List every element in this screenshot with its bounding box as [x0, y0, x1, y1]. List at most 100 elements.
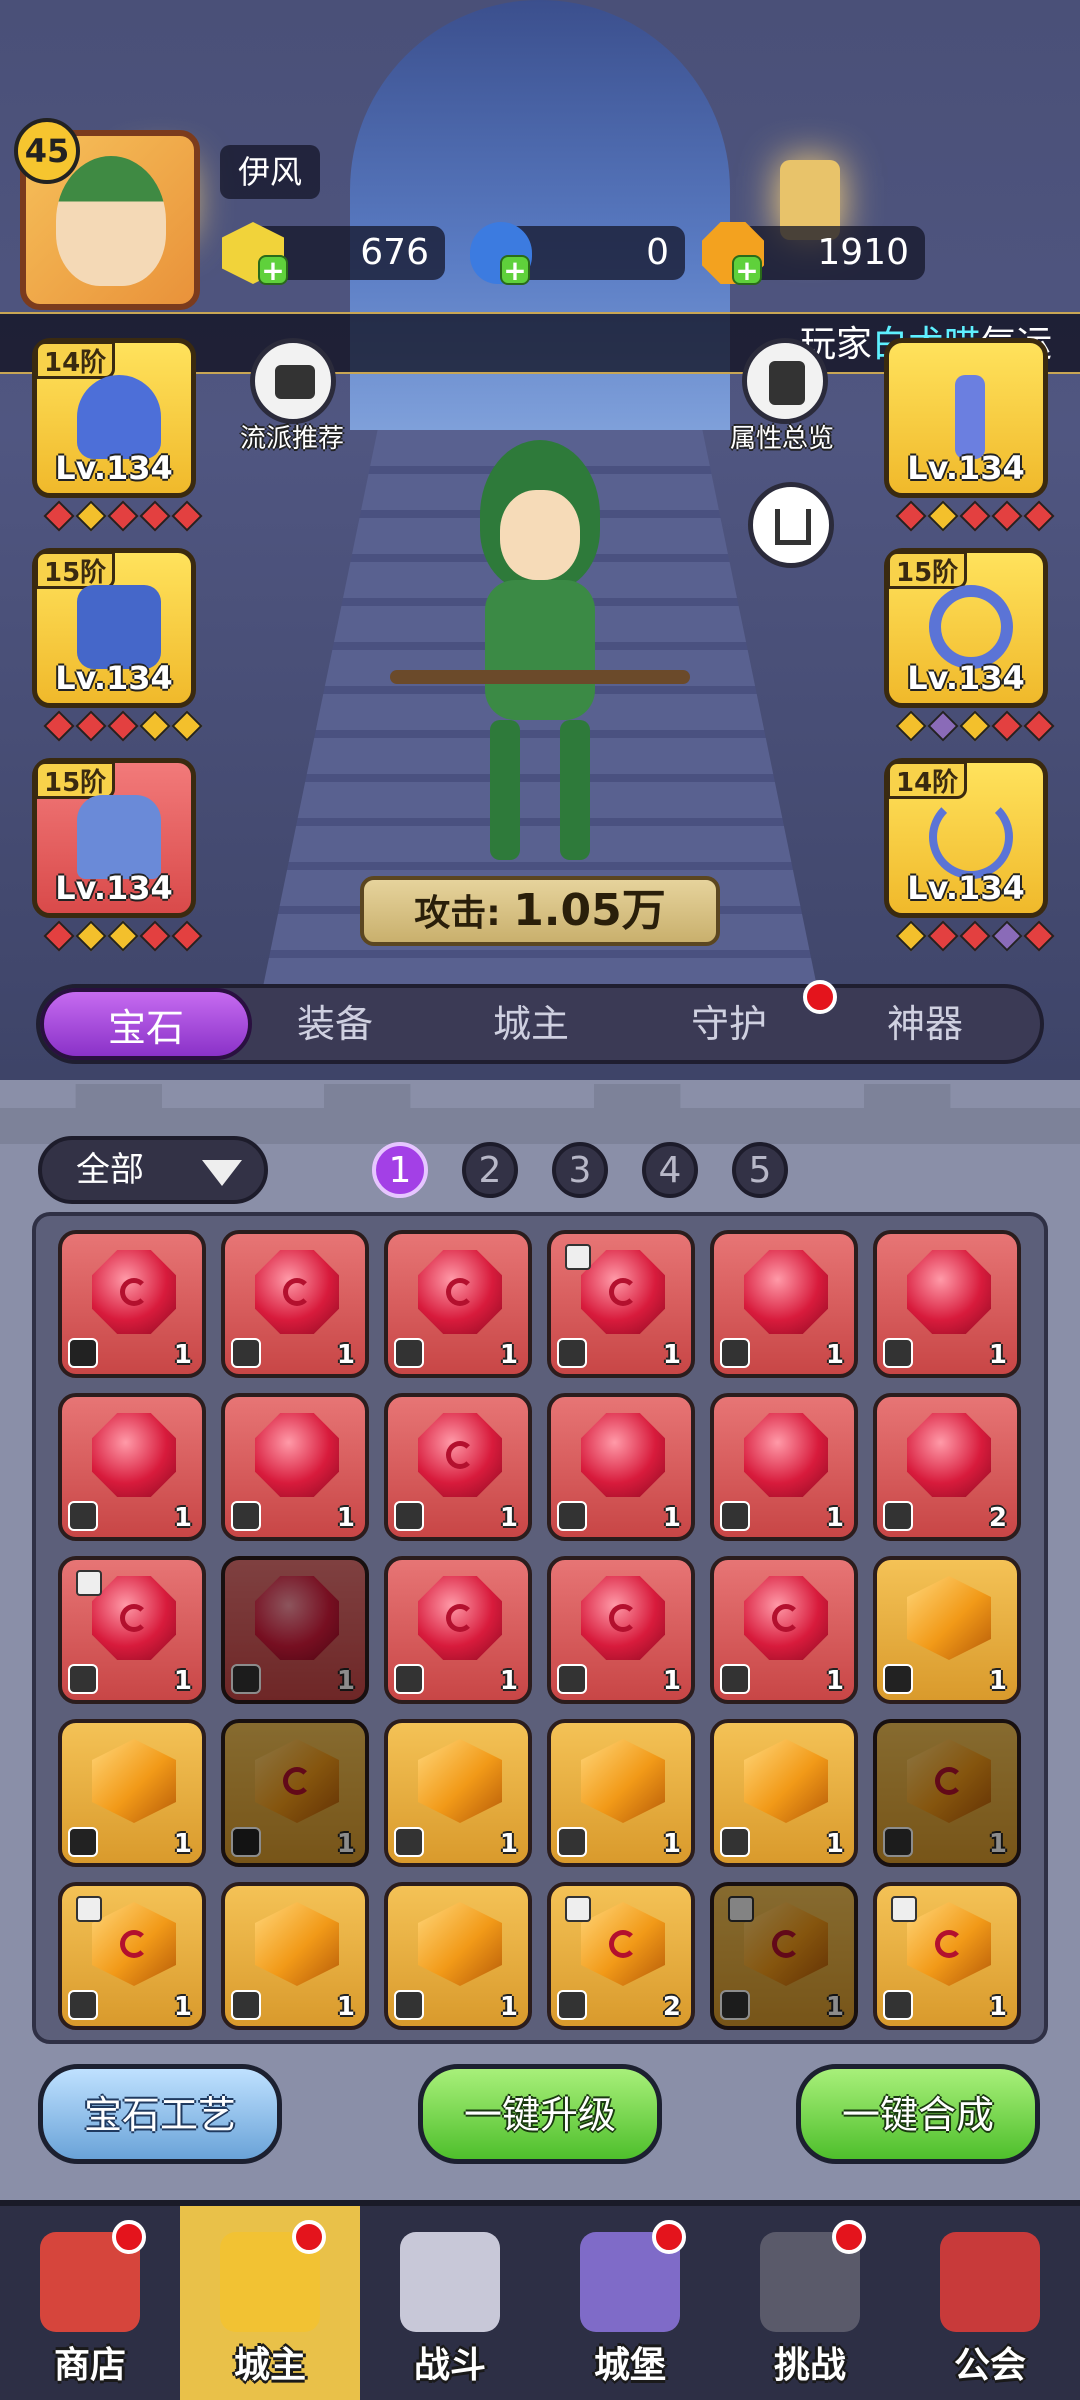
page-4[interactable]: 4 — [642, 1142, 698, 1198]
merge-all-button[interactable]: 一键合成 — [796, 2064, 1040, 2164]
gem-slot[interactable]: 1 — [58, 1556, 206, 1704]
socket-yellow — [75, 920, 107, 952]
page-1[interactable]: 1 — [372, 1142, 428, 1198]
gem-slot[interactable]: 1 — [873, 1719, 1021, 1867]
attributes-overview-button[interactable] — [742, 338, 828, 424]
gem-slot[interactable]: 1 — [58, 1719, 206, 1867]
red-gem-icon — [581, 1413, 665, 1497]
gem-slot[interactable]: 1 — [873, 1882, 1021, 2030]
player-level-badge: 45 — [14, 118, 80, 184]
axe-icon — [68, 1990, 98, 2020]
gem-slot[interactable]: 2 — [873, 1393, 1021, 1541]
filter-dropdown[interactable]: 全部 — [38, 1136, 268, 1204]
shirt-icon — [394, 1338, 424, 1368]
gem-slot[interactable]: 1 — [221, 1230, 369, 1378]
upgrade-all-button[interactable]: 一键升级 — [418, 2064, 662, 2164]
tab-lord[interactable]: 城主 — [436, 988, 626, 1060]
gem-slot[interactable]: 1 — [547, 1556, 695, 1704]
gem-count: 1 — [662, 1829, 681, 1859]
swirl-icon — [772, 1930, 800, 1958]
gem-slot[interactable]: 1 — [710, 1230, 858, 1378]
bow-icon — [390, 670, 690, 684]
gem-slot[interactable]: 1 — [384, 1393, 532, 1541]
gem-slot[interactable]: 1 — [547, 1719, 695, 1867]
socket-row — [895, 920, 1055, 952]
attributes-overview-label: 属性总览 — [730, 424, 835, 454]
add-gold-button[interactable]: + — [732, 255, 762, 285]
equip-slot-ring[interactable]: 15阶 Lv.134 — [884, 548, 1048, 708]
equip-level: Lv.134 — [907, 869, 1025, 907]
gem-slot[interactable]: 1 — [710, 1393, 858, 1541]
socket-yellow — [171, 710, 203, 742]
nav-item-crown[interactable]: 城主 — [180, 2206, 360, 2400]
tab-artifact[interactable]: 神器 — [830, 988, 1020, 1060]
equip-level: Lv.134 — [907, 659, 1025, 697]
gem-slot[interactable]: 1 — [547, 1393, 695, 1541]
page-5[interactable]: 5 — [732, 1142, 788, 1198]
gem-slot[interactable]: 1 — [873, 1556, 1021, 1704]
chevron-down-icon — [202, 1160, 242, 1186]
gem-count: 1 — [336, 1829, 355, 1859]
gem-slot[interactable]: 1 — [221, 1393, 369, 1541]
swirl-icon — [446, 1441, 474, 1469]
page-3[interactable]: 3 — [552, 1142, 608, 1198]
gem-count: 1 — [988, 1666, 1007, 1696]
gem-slot[interactable]: 1 — [58, 1230, 206, 1378]
nav-item-monster[interactable]: 挑战 — [720, 2206, 900, 2400]
swords-icon — [400, 2232, 500, 2332]
download-icon — [775, 509, 811, 545]
gem-slot[interactable]: 1 — [710, 1556, 858, 1704]
gem-slot[interactable]: 1 — [384, 1719, 532, 1867]
build-recommend-button[interactable] — [250, 338, 336, 424]
gem-slot[interactable]: 1 — [221, 1556, 369, 1704]
boot-icon — [720, 1338, 750, 1368]
nav-item-castle[interactable]: 城堡 — [540, 2206, 720, 2400]
gem-slot[interactable]: 1 — [221, 1882, 369, 2030]
gem-slot[interactable]: 1 — [384, 1882, 532, 2030]
gem-slot[interactable]: 1 — [547, 1230, 695, 1378]
add-potion-button[interactable]: + — [500, 255, 530, 285]
orange-gem-icon — [92, 1739, 176, 1823]
gem-slot[interactable]: 2 — [547, 1882, 695, 2030]
nav-label: 战斗 — [413, 2345, 486, 2386]
tab-equipment[interactable]: 装备 — [240, 988, 430, 1060]
tab-gems[interactable]: 宝石 — [40, 988, 252, 1060]
notification-dot — [292, 2220, 326, 2254]
tab-guardian[interactable]: 守护 — [634, 988, 824, 1060]
equip-slot-hat[interactable]: 14阶 Lv.134 — [32, 338, 196, 498]
socket-red — [171, 500, 203, 532]
necklace-icon — [231, 1664, 261, 1694]
gem-craft-button[interactable]: 宝石工艺 — [38, 2064, 282, 2164]
gem-slot[interactable]: 1 — [384, 1556, 532, 1704]
gem-slot[interactable]: 1 — [710, 1882, 858, 2030]
add-gem-button[interactable]: + — [258, 255, 288, 285]
nav-item-guild-banner[interactable]: 公会 — [900, 2206, 1080, 2400]
gem-slot[interactable]: 1 — [384, 1230, 532, 1378]
page-2[interactable]: 2 — [462, 1142, 518, 1198]
gem-slot[interactable]: 1 — [710, 1719, 858, 1867]
download-button[interactable] — [748, 482, 834, 568]
necklace-icon — [720, 1664, 750, 1694]
notification-dot — [652, 2220, 686, 2254]
crown-icon — [883, 1664, 913, 1694]
shirt-icon — [720, 1827, 750, 1857]
nav-item-shop[interactable]: 商店 — [0, 2206, 180, 2400]
axe-icon — [394, 1990, 424, 2020]
socket-yellow — [927, 500, 959, 532]
equip-slot-staff[interactable]: Lv.134 — [884, 338, 1048, 498]
axe-icon — [231, 1990, 261, 2020]
gem-count: 1 — [173, 1503, 192, 1533]
equip-slot-necklace[interactable]: 14阶 Lv.134 — [884, 758, 1048, 918]
socket-red — [959, 500, 991, 532]
axe-icon — [394, 1501, 424, 1531]
socket-red — [959, 920, 991, 952]
gem-slot[interactable]: 1 — [873, 1230, 1021, 1378]
nav-item-swords[interactable]: 战斗 — [360, 2206, 540, 2400]
equip-slot-armor[interactable]: 15阶 Lv.134 — [32, 548, 196, 708]
hero-character[interactable] — [390, 440, 690, 860]
equip-slot-boots[interactable]: 15阶 Lv.134 — [32, 758, 196, 918]
nav-label: 城主 — [233, 2345, 306, 2386]
gem-slot[interactable]: 1 — [58, 1882, 206, 2030]
gem-slot[interactable]: 1 — [58, 1393, 206, 1541]
gem-slot[interactable]: 1 — [221, 1719, 369, 1867]
